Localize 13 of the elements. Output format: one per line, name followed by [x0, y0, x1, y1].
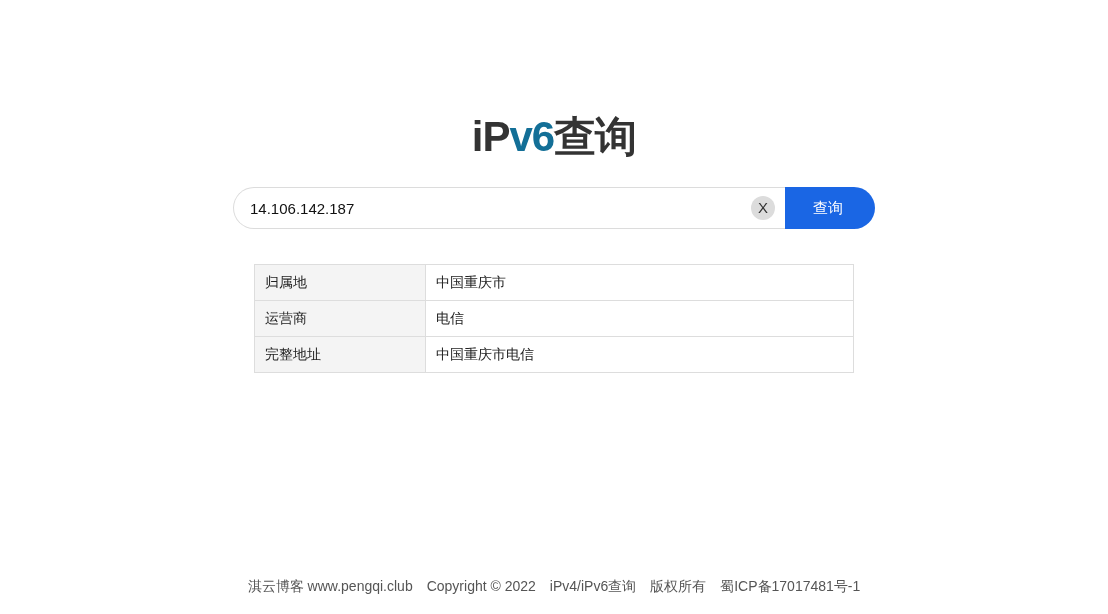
table-value-cell: 电信	[425, 300, 854, 337]
footer-text: Copyright © 2022	[426, 578, 536, 596]
table-value-cell: 中国重庆市电信	[425, 336, 854, 373]
footer-text: iPv4/iPv6查询	[549, 578, 637, 596]
table-label-cell: 归属地	[254, 264, 426, 301]
footer-text: 版权所有	[650, 578, 707, 596]
search-button[interactable]: 查询	[785, 187, 875, 229]
footer-text: 蜀ICP备17017481号-1	[720, 578, 861, 596]
table-value-cell: 中国重庆市	[425, 264, 854, 301]
logo-heading: iPv6查询	[471, 113, 637, 161]
table-label-cell: 运营商	[254, 300, 426, 337]
footer-text: 淇云博客 www.pengqi.club	[247, 578, 413, 596]
table-label-cell: 完整地址	[254, 336, 426, 373]
